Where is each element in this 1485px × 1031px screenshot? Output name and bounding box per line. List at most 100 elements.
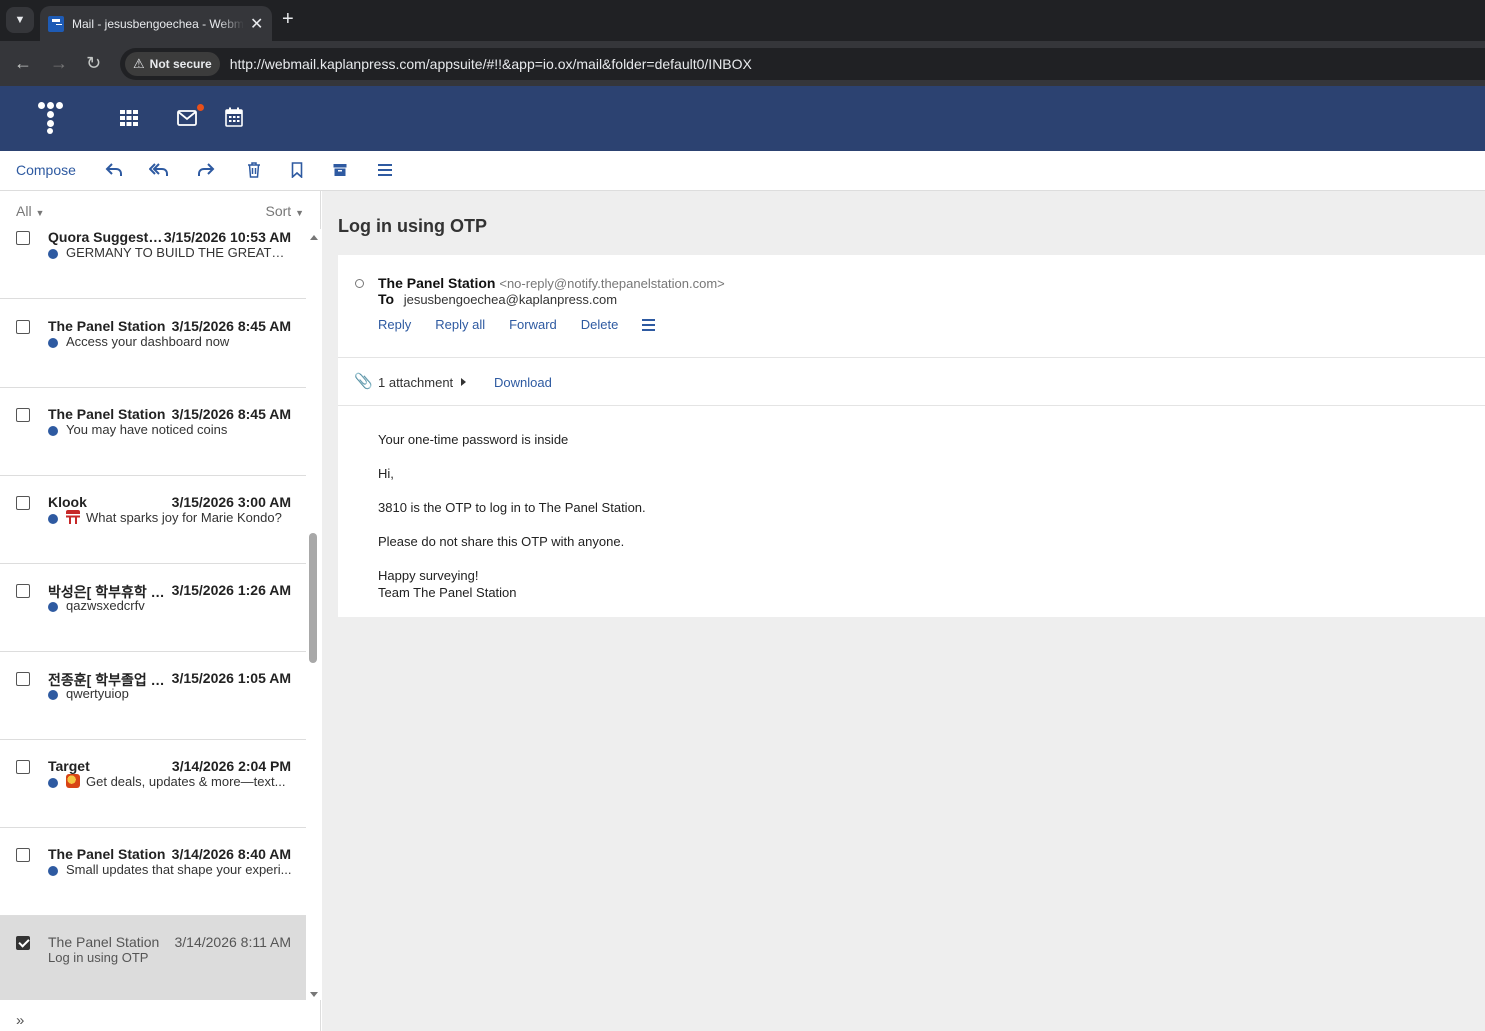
item-sender: The Panel Station — [48, 318, 166, 334]
list-header: All ▼ Sort ▼ — [0, 191, 320, 229]
item-subject: Small updates that shape your experi... — [66, 862, 292, 877]
unread-dot[interactable] — [48, 249, 58, 259]
expand-folders-icon[interactable]: » — [16, 1012, 24, 1029]
unread-dot[interactable] — [48, 690, 58, 700]
omnibox[interactable]: ⚠ Not secure http://webmail.kaplanpress.… — [120, 48, 1485, 80]
list-scrollbar[interactable] — [306, 229, 321, 1000]
item-checkbox[interactable] — [16, 672, 30, 686]
back-arrow-icon[interactable]: ← — [14, 53, 32, 74]
attachment-count[interactable]: 1 attachment — [378, 375, 453, 390]
app-launcher-grid-icon[interactable] — [119, 108, 139, 128]
more-actions-icon[interactable] — [642, 318, 656, 331]
recipient-line: To jesusbengoechea@kaplanpress.com — [378, 291, 617, 307]
caret-right-icon[interactable] — [461, 378, 466, 386]
webmail-favicon-icon — [48, 15, 64, 32]
filter-dropdown[interactable]: All ▼ — [16, 203, 44, 219]
scroll-up-arrow-icon[interactable] — [310, 235, 318, 240]
delete-trash-icon[interactable] — [244, 162, 264, 178]
item-checkbox[interactable] — [16, 408, 30, 422]
list-item[interactable]: Target 3/14/2026 2:04 PM Get deals, upda… — [0, 740, 306, 828]
bookmark-flag-icon[interactable] — [287, 162, 307, 178]
forward-button[interactable]: Forward — [509, 317, 557, 332]
item-checkbox[interactable] — [16, 231, 30, 245]
item-sender: The Panel Station — [48, 934, 160, 950]
download-link[interactable]: Download — [494, 375, 552, 390]
message-actions: Reply Reply all Forward Delete — [378, 317, 656, 332]
reply-icon[interactable] — [104, 162, 124, 178]
item-checkbox[interactable] — [16, 584, 30, 598]
list-item-selected[interactable]: The Panel Station 3/14/2026 8:11 AM Log … — [0, 916, 306, 1000]
sender-address[interactable]: <no-reply@notify.thepanelstation.com> — [499, 276, 724, 291]
item-checkbox[interactable] — [16, 760, 30, 774]
message-header: The Panel Station <no-reply@notify.thepa… — [338, 255, 1485, 358]
app-logo-icon[interactable] — [38, 102, 70, 136]
app-header — [0, 86, 1485, 151]
reply-button[interactable]: Reply — [378, 317, 411, 332]
sender-name[interactable]: The Panel Station — [378, 275, 495, 291]
unread-dot[interactable] — [48, 778, 58, 788]
item-subject: qazwsxedcrfv — [66, 598, 145, 613]
reading-pane: Log in using OTP The Panel Station <no-r… — [322, 191, 1485, 1031]
list-item[interactable]: The Panel Station 3/15/2026 8:45 AM You … — [0, 388, 306, 476]
caret-down-icon: ▼ — [295, 208, 304, 218]
item-checkbox[interactable] — [16, 496, 30, 510]
item-checkbox[interactable] — [16, 320, 30, 334]
item-subject-row: What sparks joy for Marie Kondo? — [66, 510, 292, 525]
sender-line: The Panel Station <no-reply@notify.thepa… — [378, 275, 725, 291]
mail-envelope-icon[interactable] — [177, 109, 197, 127]
item-date: 3/14/2026 2:04 PM — [171, 758, 291, 774]
list-item[interactable]: The Panel Station 3/15/2026 8:45 AM Acce… — [0, 300, 306, 388]
tab-search-button[interactable]: ▼ — [6, 7, 34, 33]
unread-dot[interactable] — [48, 338, 58, 348]
security-chip[interactable]: ⚠ Not secure — [125, 52, 220, 76]
item-subject: GERMANY TO BUILD THE GREATEST ... — [66, 245, 292, 260]
more-menu-icon[interactable] — [375, 164, 395, 176]
sort-label: Sort — [265, 203, 292, 219]
item-subject-row: Get deals, updates & more—text... — [66, 774, 292, 789]
list-item[interactable]: 전종훈[ 학부졸업 / ... 3/15/2026 1:05 AM qwerty… — [0, 652, 306, 740]
unread-dot[interactable] — [48, 514, 58, 524]
item-date: 3/15/2026 1:05 AM — [171, 670, 291, 686]
item-checkbox[interactable] — [16, 848, 30, 862]
item-checkbox-checked[interactable] — [16, 936, 30, 950]
browser-tab-bar: ▼ Mail - jesusbengoechea - Webmail ✕ + — [0, 0, 1485, 41]
message-card: The Panel Station <no-reply@notify.thepa… — [338, 255, 1485, 617]
sort-dropdown[interactable]: Sort ▼ — [266, 203, 305, 219]
browser-tab[interactable]: Mail - jesusbengoechea - Webmail ✕ — [40, 6, 272, 41]
reply-all-button[interactable]: Reply all — [435, 317, 485, 332]
torii-gate-emoji-icon — [66, 510, 80, 524]
list-item[interactable]: The Panel Station 3/14/2026 8:40 AM Smal… — [0, 828, 306, 916]
mail-list[interactable]: Quora Suggeste... 3/15/2026 10:53 AM GER… — [0, 229, 306, 1000]
calendar-icon[interactable] — [225, 107, 243, 127]
list-item[interactable]: Quora Suggeste... 3/15/2026 10:53 AM GER… — [0, 229, 306, 299]
recipient-address[interactable]: jesusbengoechea@kaplanpress.com — [404, 292, 617, 307]
item-subject: qwertyuiop — [66, 686, 129, 701]
compose-button[interactable]: Compose — [16, 162, 76, 178]
phone-emoji-icon — [66, 774, 80, 788]
forward-icon[interactable] — [196, 162, 216, 178]
unread-dot[interactable] — [48, 426, 58, 436]
item-subject: What sparks joy for Marie Kondo? — [86, 510, 282, 525]
delete-button[interactable]: Delete — [581, 317, 619, 332]
reload-icon[interactable]: ↻ — [86, 53, 101, 74]
archive-icon[interactable] — [330, 163, 350, 177]
new-tab-icon[interactable]: + — [282, 8, 294, 31]
reply-all-icon[interactable] — [149, 162, 169, 178]
to-label: To — [378, 291, 395, 307]
item-subject: Log in using OTP — [48, 950, 149, 965]
message-body: Your one-time password is inside Hi, 381… — [378, 431, 646, 601]
list-item[interactable]: Klook 3/15/2026 3:00 AM What sparks joy … — [0, 476, 306, 564]
warning-triangle-icon: ⚠ — [133, 56, 145, 71]
item-subject: Access your dashboard now — [66, 334, 230, 349]
url-text[interactable]: http://webmail.kaplanpress.com/appsuite/… — [230, 56, 752, 72]
unread-dot[interactable] — [48, 602, 58, 612]
body-line: 3810 is the OTP to log in to The Panel S… — [378, 500, 646, 515]
forward-arrow-icon[interactable]: → — [50, 53, 68, 74]
list-item[interactable]: 박성은[ 학부휴학 / ... 3/15/2026 1:26 AM qazwsx… — [0, 564, 306, 652]
read-status-icon[interactable] — [355, 279, 364, 288]
item-date: 3/15/2026 8:45 AM — [171, 318, 291, 334]
tab-close-icon[interactable]: ✕ — [250, 14, 263, 34]
scroll-down-arrow-icon[interactable] — [310, 992, 318, 997]
unread-dot[interactable] — [48, 866, 58, 876]
scrollbar-thumb[interactable] — [309, 533, 317, 663]
